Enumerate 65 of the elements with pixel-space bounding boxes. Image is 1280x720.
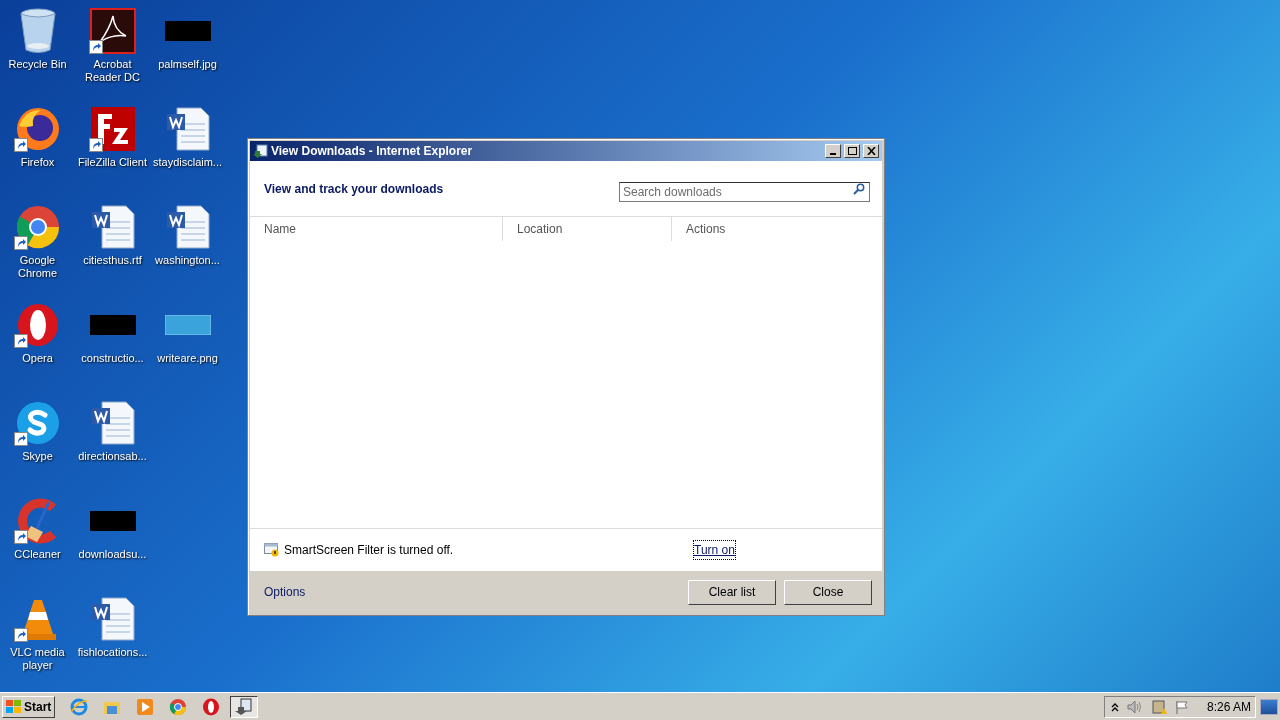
desktop-icon-label[interactable]: citiesthus.rtf — [75, 254, 150, 267]
options-link[interactable]: Options — [264, 583, 688, 601]
desktop-icon-label[interactable]: Opera — [0, 352, 75, 365]
speaker-icon[interactable] — [1126, 699, 1143, 714]
word-document-icon — [89, 596, 136, 642]
image-thumbnail-icon — [164, 315, 211, 335]
filezilla-icon — [89, 106, 136, 152]
opera-icon — [202, 697, 221, 716]
desktop-icon-label[interactable]: washington... — [150, 254, 225, 267]
search-field[interactable]: Search downloads — [619, 181, 870, 202]
desktop-icon-label[interactable]: VLC media player — [0, 646, 75, 672]
start-button[interactable]: Start — [2, 695, 56, 718]
column-header[interactable]: Actions — [672, 217, 882, 241]
downloads-heading: View and track your downloads — [264, 180, 444, 198]
shield-warning-icon — [264, 543, 280, 557]
download-window-icon — [253, 143, 268, 159]
image-thumbnail-icon — [89, 511, 136, 531]
internet-explorer-icon — [70, 697, 89, 716]
word-document-icon — [164, 204, 211, 250]
word-document-icon — [89, 204, 136, 250]
desktop-icon-label[interactable]: Firefox — [0, 156, 75, 169]
taskbar-button[interactable] — [230, 695, 259, 718]
show-desktop-button[interactable] — [1260, 698, 1278, 715]
firefox-icon — [14, 106, 61, 152]
minimize-button[interactable] — [825, 144, 841, 158]
chevron-up-icon[interactable] — [1110, 701, 1119, 712]
close-window-button[interactable]: Close — [784, 579, 872, 605]
turn-on-link[interactable]: Turn on — [694, 541, 735, 559]
column-header[interactable]: Location — [503, 217, 672, 241]
flag-icon[interactable] — [1174, 699, 1189, 714]
image-thumbnail-icon — [164, 21, 211, 41]
maximize-button[interactable] — [844, 144, 860, 158]
window-title: View Downloads - Internet Explorer — [271, 143, 474, 160]
search-icon[interactable] — [853, 182, 865, 195]
skype-icon — [14, 400, 61, 446]
desktop-icon-label[interactable]: directionsab... — [75, 450, 150, 463]
clock[interactable]: 8:26 AM — [1206, 697, 1251, 716]
desktop-icon-label[interactable]: CCleaner — [0, 548, 75, 561]
recycle-bin-icon — [17, 8, 58, 54]
desktop-icon-label[interactable]: FileZilla Client — [75, 156, 150, 169]
download-window-icon — [235, 697, 254, 716]
chrome-icon — [169, 697, 188, 716]
column-header[interactable]: Name — [250, 217, 503, 241]
desktop-icon-label[interactable]: palmself.jpg — [150, 58, 225, 71]
desktop-icon-label[interactable]: Recycle Bin — [0, 58, 75, 71]
desktop-icon-label[interactable]: staydisclaim... — [150, 156, 225, 169]
desktop-icon-label[interactable]: constructio... — [75, 352, 150, 365]
smartscreen-message: SmartScreen Filter is turned off. — [284, 542, 455, 559]
image-thumbnail-icon — [89, 315, 136, 335]
maximize-icon — [847, 147, 857, 155]
close-icon — [866, 147, 876, 155]
word-document-icon — [89, 400, 136, 446]
desktop-icon-label[interactable]: fishlocations... — [75, 646, 150, 659]
desktop-icon-label[interactable]: writeare.png — [150, 352, 225, 365]
desktop-icon-label[interactable]: Acrobat Reader DC — [75, 58, 150, 84]
close-button[interactable] — [863, 144, 879, 158]
acrobat-icon — [89, 8, 136, 54]
desktop-icon-label[interactable]: downloadsu... — [75, 548, 150, 561]
play-icon — [136, 697, 155, 716]
desktop-icon-label[interactable]: Google Chrome — [0, 254, 75, 280]
word-document-icon — [164, 106, 211, 152]
chrome-icon — [14, 204, 61, 250]
clear-list-button[interactable]: Clear list — [688, 579, 776, 605]
desktop-icon-label[interactable]: Skype — [0, 450, 75, 463]
windows-logo-icon — [6, 699, 22, 714]
